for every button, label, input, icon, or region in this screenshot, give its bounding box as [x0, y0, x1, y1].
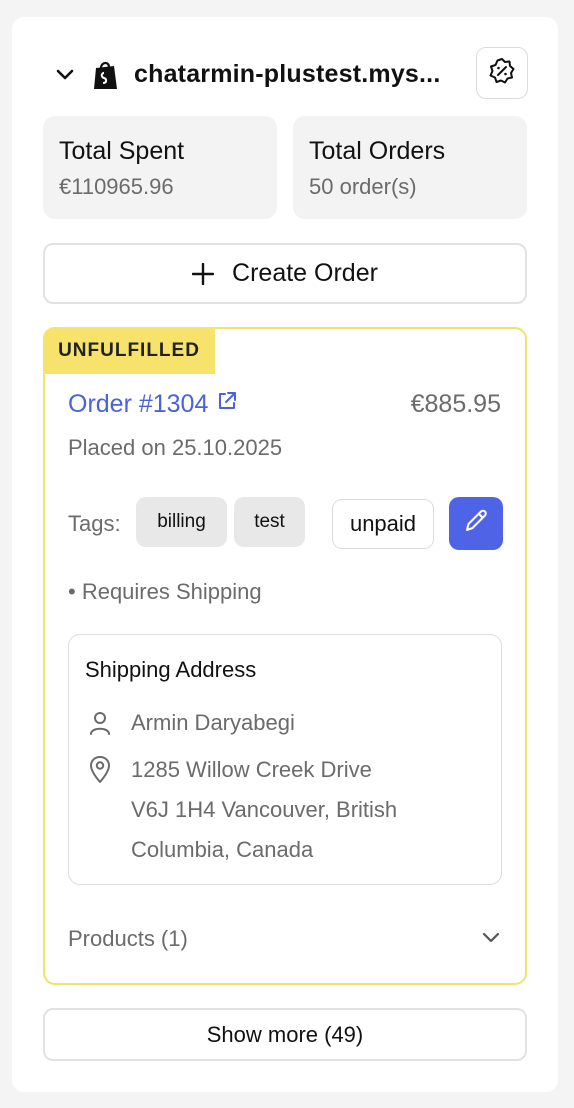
address-row: 1285 Willow Creek Drive V6J 1H4 Vancouve… — [85, 750, 397, 870]
tag-chip: billing — [136, 497, 227, 547]
map-pin-icon — [85, 750, 115, 870]
chevron-down-icon — [480, 926, 502, 953]
stat-label: Total Orders — [309, 137, 446, 165]
products-toggle[interactable]: Products (1) — [68, 919, 502, 959]
external-link-icon — [208, 389, 238, 419]
recipient-row: Armin Daryabegi — [85, 703, 295, 743]
edit-tags-button[interactable] — [449, 497, 503, 550]
stat-value: €110965.96 — [59, 174, 174, 199]
placed-date: Placed on 25.10.2025 — [68, 435, 283, 460]
payment-status-chip: unpaid — [332, 499, 434, 549]
shipping-address-title: Shipping Address — [85, 657, 257, 682]
stat-label: Total Spent — [59, 137, 185, 165]
show-more-button[interactable]: Show more (49) — [43, 1008, 527, 1061]
address-line: Columbia, Canada — [131, 837, 314, 862]
address-line: V6J 1H4 Vancouver, British — [131, 797, 398, 822]
order-number: Order #1304 — [68, 390, 209, 418]
tag-chip: test — [234, 497, 305, 547]
stat-value: 50 order(s) — [309, 174, 417, 199]
order-number-link[interactable]: Order #1304 — [68, 389, 238, 419]
recipient-name: Armin Daryabegi — [131, 710, 295, 735]
products-label: Products (1) — [68, 926, 188, 951]
requires-shipping: • Requires Shipping — [68, 579, 262, 604]
discount-badge-icon — [488, 57, 516, 90]
create-order-button[interactable]: Create Order — [43, 243, 527, 304]
order-card: UNFULFILLED Order #1304 €885.95 Placed o… — [43, 327, 527, 985]
store-name: chatarmin-plustest.mys... — [134, 60, 441, 88]
stat-total-spent: Total Spent €110965.96 — [43, 116, 277, 219]
tags-label: Tags: — [68, 511, 121, 536]
chevron-down-icon[interactable] — [54, 64, 76, 86]
shipping-address-card: Shipping Address Armin Daryabegi 1285 Wi… — [68, 634, 502, 885]
order-total: €885.95 — [410, 390, 501, 418]
create-order-label: Create Order — [232, 259, 378, 287]
address-line: 1285 Willow Creek Drive — [131, 757, 372, 782]
plus-icon — [191, 259, 215, 289]
fulfillment-status-badge: UNFULFILLED — [43, 327, 215, 374]
store-header: chatarmin-plustest.mys... — [42, 47, 528, 101]
stat-total-orders: Total Orders 50 order(s) — [293, 116, 527, 219]
pencil-icon — [462, 507, 490, 540]
discount-button[interactable] — [476, 47, 528, 99]
user-icon — [85, 703, 115, 743]
shopify-bag-icon — [92, 59, 120, 91]
